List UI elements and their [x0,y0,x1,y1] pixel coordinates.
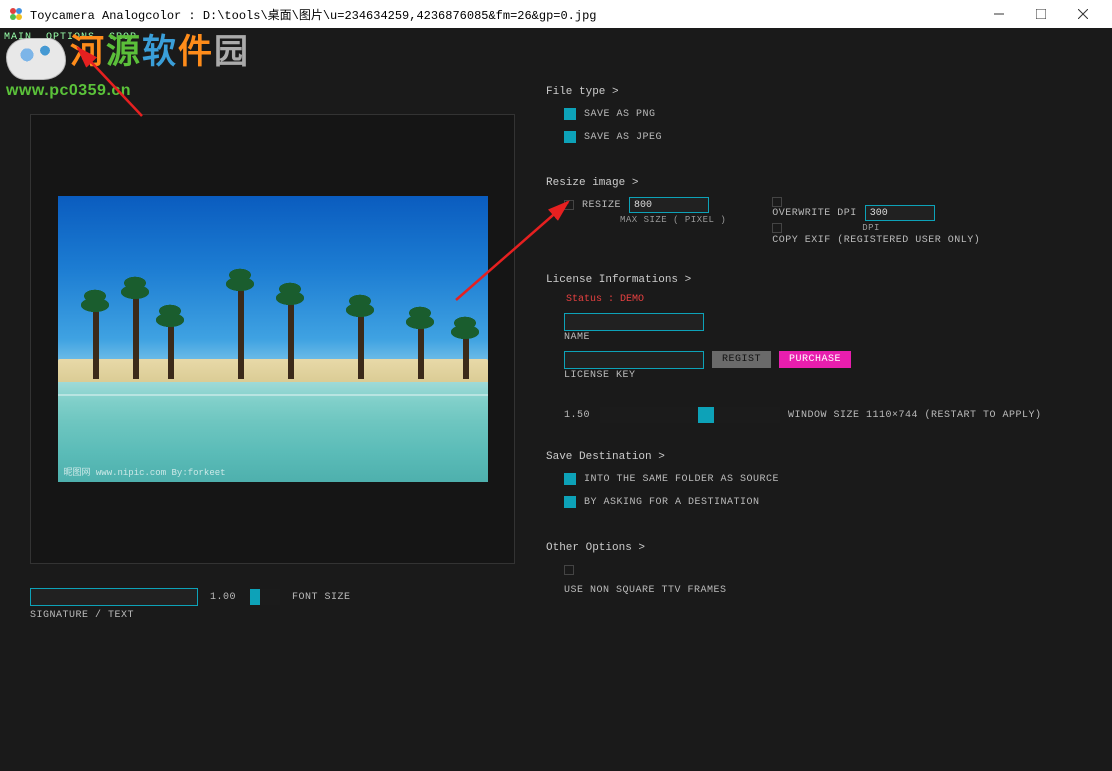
overwrite-dpi-label: OVERWRITE DPI [772,208,857,219]
font-size-label: FONT SIZE [292,592,351,603]
resize-label: RESIZE [582,200,621,211]
license-status: Status : DEMO [566,294,1092,305]
window-size-slider[interactable] [600,407,780,423]
max-size-input[interactable] [629,197,709,213]
regist-button[interactable]: REGIST [712,351,771,368]
save-png-label: SAVE AS PNG [584,109,656,120]
minimize-button[interactable] [978,0,1020,28]
signature-label: SIGNATURE / TEXT [30,610,530,621]
close-button[interactable] [1062,0,1104,28]
window-titlebar: Toycamera Analogcolor : D:\tools\桌面\图片\u… [0,0,1112,28]
menu-crop[interactable]: CROP [109,32,137,43]
save-dest-title: Save Destination > [546,451,1092,463]
copy-exif-checkbox[interactable] [772,223,782,233]
menu-options[interactable]: OPTIONS [46,32,95,43]
image-credit: 昵图网 www.nipic.com By:forkeet [64,465,226,478]
section-save-destination: Save Destination > INTO THE SAME FOLDER … [546,451,1092,514]
maximize-button[interactable] [1020,0,1062,28]
non-square-ttv-label: USE NON SQUARE TTV FRAMES [564,585,1092,596]
purchase-button[interactable]: PURCHASE [779,351,851,368]
save-jpeg-checkbox[interactable] [564,131,576,143]
section-license: License Informations > Status : DEMO NAM… [546,274,1092,423]
non-square-ttv-checkbox[interactable] [564,565,574,575]
font-size-slider[interactable] [250,589,280,605]
resize-title: Resize image > [546,177,1092,189]
license-name-label: NAME [564,332,1092,343]
license-title: License Informations > [546,274,1092,286]
signature-input[interactable] [30,588,198,606]
section-file-type: File type > SAVE AS PNG SAVE AS JPEG [546,86,1092,149]
other-title: Other Options > [546,542,1092,554]
license-key-input[interactable] [564,351,704,369]
dpi-hint: DPI [862,223,880,233]
copy-exif-label: COPY EXIF (REGISTERED USER ONLY) [772,235,980,246]
max-size-hint: MAX SIZE ( PIXEL ) [620,215,726,225]
dpi-input[interactable] [865,205,935,221]
window-size-value: 1.50 [564,410,592,421]
save-jpeg-label: SAVE AS JPEG [584,132,662,143]
window-size-label: WINDOW SIZE 1110×744 (RESTART TO APPLY) [788,410,1042,421]
ask-dest-label: BY ASKING FOR A DESTINATION [584,497,760,508]
resize-checkbox[interactable] [564,200,574,210]
same-folder-label: INTO THE SAME FOLDER AS SOURCE [584,474,779,485]
app-icon [8,6,24,22]
font-size-value: 1.00 [210,592,238,603]
menu-main[interactable]: MAIN [4,32,32,43]
section-resize: Resize image > RESIZE MAX SIZE ( PIXEL ) [546,177,1092,246]
ask-dest-checkbox[interactable] [564,496,576,508]
same-folder-checkbox[interactable] [564,473,576,485]
license-key-label: LICENSE KEY [564,370,704,381]
window-title: Toycamera Analogcolor : D:\tools\桌面\图片\u… [30,6,978,23]
section-other-options: Other Options > USE NON SQUARE TTV FRAME… [546,542,1092,596]
license-name-input[interactable] [564,313,704,331]
save-png-checkbox[interactable] [564,108,576,120]
image-preview: 昵图网 www.nipic.com By:forkeet [58,196,488,482]
menu-bar: MAIN OPTIONS CROP [0,28,1112,46]
overwrite-dpi-checkbox[interactable] [772,197,782,207]
image-preview-frame: 昵图网 www.nipic.com By:forkeet [30,114,515,564]
file-type-title: File type > [546,86,1092,98]
